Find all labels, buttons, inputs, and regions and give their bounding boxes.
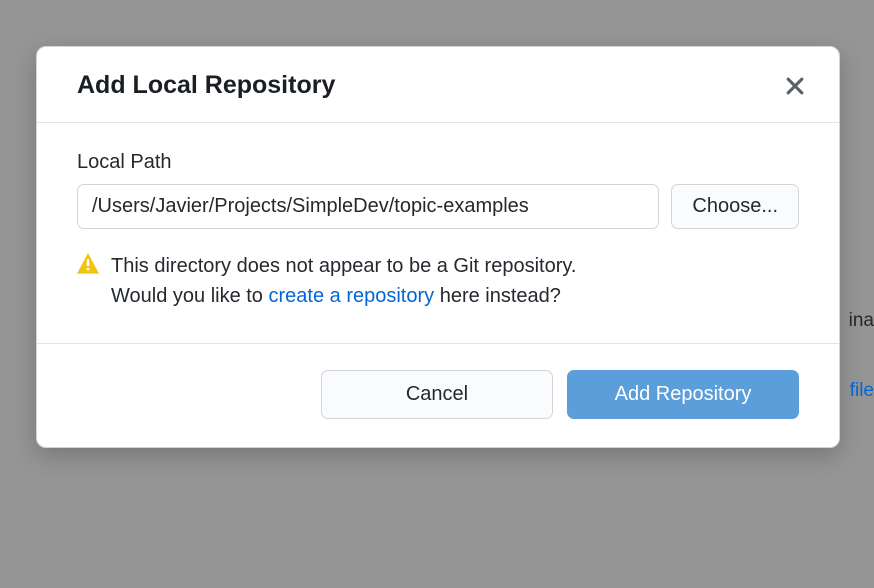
local-path-input[interactable] [77,184,659,229]
add-repository-button[interactable]: Add Repository [567,370,799,419]
backdrop-text: ina [849,310,874,332]
warning-line2-suffix: here instead? [434,285,561,307]
backdrop-link: file [850,380,874,402]
dialog-header: Add Local Repository [37,47,839,123]
warning-line2-prefix: Would you like to [111,285,269,307]
close-icon [784,75,806,97]
dialog-body: Local Path Choose... This directory does… [37,123,839,344]
local-path-row: Choose... [77,184,799,229]
cancel-button[interactable]: Cancel [321,370,553,419]
warning-text: This directory does not appear to be a G… [111,251,576,311]
warning-line1: This directory does not appear to be a G… [111,255,576,277]
add-local-repository-dialog: Add Local Repository Local Path Choose..… [36,46,840,448]
warning-message: This directory does not appear to be a G… [77,251,799,311]
dialog-footer: Cancel Add Repository [37,344,839,447]
choose-button[interactable]: Choose... [671,184,799,229]
dialog-title: Add Local Repository [77,71,335,100]
warning-icon [77,253,99,275]
local-path-label: Local Path [77,151,799,174]
create-repository-link[interactable]: create a repository [269,285,435,307]
close-button[interactable] [783,74,807,98]
